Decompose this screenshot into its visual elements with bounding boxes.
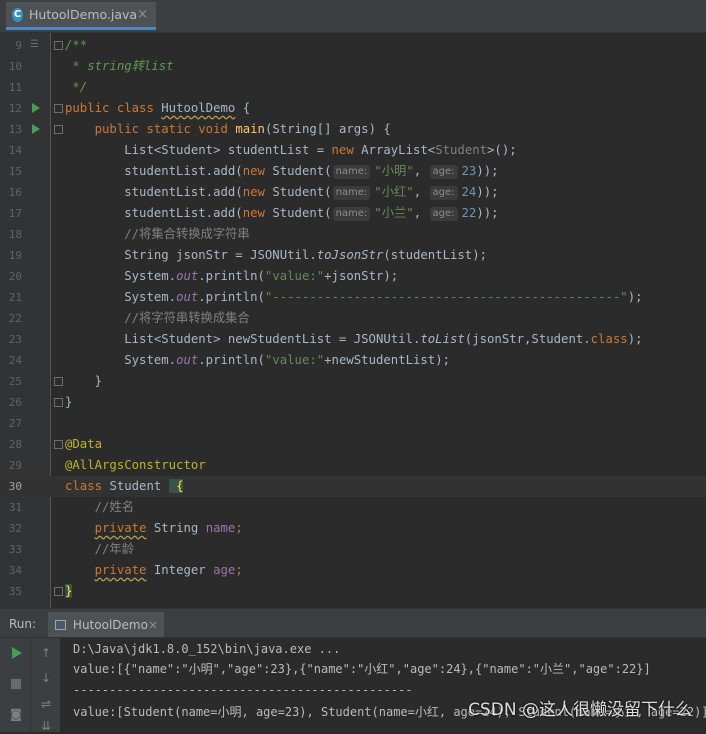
stop-icon[interactable] — [11, 679, 21, 689]
run-label: Run: — [9, 617, 37, 631]
param-hint: name: — [332, 165, 371, 179]
line-number: 18 — [8, 228, 22, 241]
line-number: 24 — [8, 354, 22, 367]
line-number: 9 — [15, 39, 22, 52]
code-line[interactable]: 19 String jsonStr = JSONUtil.toJsonStr(s… — [0, 245, 706, 266]
java-class-icon: C — [12, 7, 24, 22]
camera-icon[interactable]: ◙ — [8, 706, 24, 722]
fold-marker-icon[interactable] — [54, 398, 63, 407]
line-number: 27 — [8, 417, 22, 430]
structure-icon: ☰ — [30, 39, 39, 50]
fold-marker-icon[interactable] — [54, 104, 63, 113]
code-line[interactable]: 22 //将字符串转换成集合 — [0, 308, 706, 329]
close-icon[interactable]: × — [137, 7, 148, 22]
matched-brace: { — [168, 479, 184, 493]
line-number: 35 — [8, 585, 22, 598]
line-number: 22 — [8, 312, 22, 325]
param-hint: name: — [332, 207, 371, 221]
code-line[interactable]: 25 } — [0, 371, 706, 392]
run-tab-label: HutoolDemo — [72, 617, 148, 632]
code-line[interactable]: 31 //姓名 — [0, 497, 706, 518]
code-line[interactable]: 17 studentList.add(new Student(name: "小兰"… — [0, 203, 706, 224]
line-number: 14 — [8, 144, 22, 157]
line-number: 13 — [8, 123, 22, 136]
fold-marker-icon[interactable] — [54, 587, 63, 596]
code-line[interactable]: 24 System.out.println("value:"+newStuden… — [0, 350, 706, 371]
console-line: D:\Java\jdk1.8.0_152\bin\java.exe ... — [73, 642, 341, 656]
line-number: 16 — [8, 186, 22, 199]
fold-marker-icon[interactable] — [54, 377, 63, 386]
code-line[interactable]: 14 List<Student> studentList = new Array… — [0, 140, 706, 161]
code-line[interactable]: 29 @AllArgsConstructor — [0, 455, 706, 476]
line-number: 11 — [8, 81, 22, 94]
line-number: 33 — [8, 543, 22, 556]
line-number: 26 — [8, 396, 22, 409]
console-line: value:[{"name":"小明","age":23},{"name":"小… — [73, 662, 651, 676]
toolbar-separator — [30, 638, 31, 732]
code-line[interactable]: 34 private Integer age; — [0, 560, 706, 581]
line-number: 12 — [8, 102, 22, 115]
code-line[interactable]: 27 — [0, 413, 706, 434]
arrow-up-icon[interactable]: ↑ — [38, 645, 54, 661]
code-line[interactable]: 26 } — [0, 392, 706, 413]
editor-tab-bar: C HutoolDemo.java × — [0, 0, 706, 33]
code-line[interactable]: 9 ☰ /** — [0, 35, 706, 56]
line-number: 19 — [8, 249, 22, 262]
code-line[interactable]: 35 } — [0, 581, 706, 602]
line-number: 20 — [8, 270, 22, 283]
fold-marker-icon[interactable] — [54, 440, 63, 449]
line-number: 28 — [8, 438, 22, 451]
console-line: ----------------------------------------… — [73, 683, 413, 697]
line-number: 17 — [8, 207, 22, 220]
param-hint: age: — [429, 207, 458, 221]
arrow-down-icon[interactable]: ↓ — [38, 670, 54, 686]
editor-tab-hutooldemo[interactable]: C HutoolDemo.java × — [6, 2, 156, 30]
code-line[interactable]: 13 public static void main(String[] args… — [0, 119, 706, 140]
run-class-icon[interactable] — [32, 103, 40, 113]
code-line[interactable]: 18 //将集合转换成字符串 — [0, 224, 706, 245]
line-number: 15 — [8, 165, 22, 178]
code-line[interactable]: 23 List<Student> newStudentList = JSONUt… — [0, 329, 706, 350]
run-main-icon[interactable] — [32, 124, 40, 134]
param-hint: age: — [429, 186, 458, 200]
code-line[interactable]: 10 * string转list — [0, 56, 706, 77]
code-line-current[interactable]: 30 class Student { — [0, 476, 706, 497]
code-line[interactable]: 15 studentList.add(new Student(name: "小明"… — [0, 161, 706, 182]
run-tab-hutooldemo[interactable]: HutoolDemo × — [48, 612, 164, 637]
line-number: 34 — [8, 564, 22, 577]
line-number: 10 — [8, 60, 22, 73]
line-number: 31 — [8, 501, 22, 514]
run-tool-header: Run: HutoolDemo × — [0, 612, 706, 638]
line-number: 30 — [8, 480, 22, 493]
code-line[interactable]: 20 System.out.println("value:"+jsonStr); — [0, 266, 706, 287]
watermark: CSDN @这人很懒没留下什么 — [468, 700, 692, 720]
line-number: 29 — [8, 459, 22, 472]
code-line[interactable]: 33 //年龄 — [0, 539, 706, 560]
matched-brace: } — [65, 584, 73, 598]
application-icon — [55, 619, 66, 630]
param-hint: age: — [429, 165, 458, 179]
code-line[interactable]: 21 System.out.println("-----------------… — [0, 287, 706, 308]
rerun-icon[interactable] — [12, 647, 22, 659]
line-number: 21 — [8, 291, 22, 304]
fold-marker-icon[interactable] — [54, 41, 63, 50]
line-number: 23 — [8, 333, 22, 346]
line-number: 25 — [8, 375, 22, 388]
close-icon[interactable]: × — [148, 618, 158, 632]
code-line[interactable]: 16 studentList.add(new Student(name: "小红"… — [0, 182, 706, 203]
code-line[interactable]: 12 public class HutoolDemo { — [0, 98, 706, 119]
param-hint: name: — [332, 186, 371, 200]
tab-filename: HutoolDemo.java — [29, 7, 138, 22]
run-toolbar: ◙ ↑ ↓ ⇌ ⇊ — [0, 638, 60, 733]
soft-wrap-icon[interactable]: ⇌ — [38, 696, 54, 712]
line-number: 32 — [8, 522, 22, 535]
code-line[interactable]: 28 @Data — [0, 434, 706, 455]
code-line[interactable]: 32 private String name; — [0, 518, 706, 539]
code-editor[interactable]: 9 ☰ /** 10 * string转list 11 */ 12 public… — [0, 33, 706, 608]
fold-marker-icon[interactable] — [54, 125, 63, 134]
code-line[interactable]: 11 */ — [0, 77, 706, 98]
